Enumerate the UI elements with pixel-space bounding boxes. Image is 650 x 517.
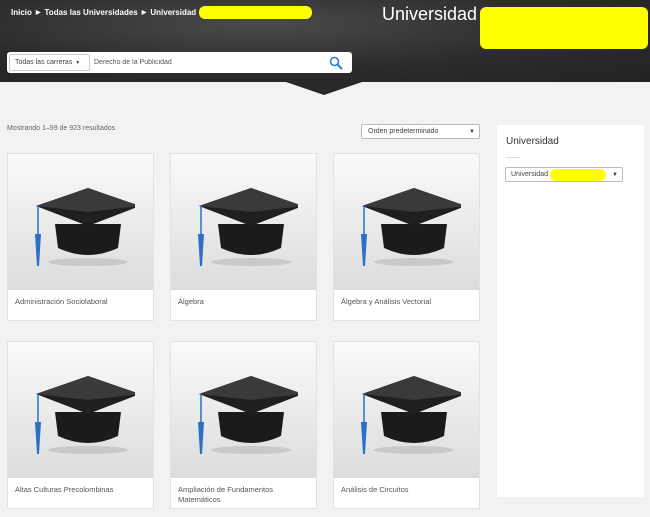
product-image [334, 342, 479, 478]
graduation-cap-icon [35, 188, 135, 266]
sidebar-title: Universidad [506, 136, 559, 147]
search-bar: Todas las carreras ▼ [7, 52, 352, 73]
product-image [171, 342, 316, 478]
divider [506, 157, 520, 158]
search-input[interactable] [90, 59, 327, 66]
product-card[interactable]: Administración Sociolaboral [7, 153, 154, 321]
site-header: Inicio ▶ Todas las Universidades ▶ Unive… [0, 0, 650, 95]
university-select[interactable]: Universidad ▼ [505, 167, 623, 182]
redaction-mark [480, 7, 648, 49]
caret-down-icon: ▼ [469, 128, 475, 135]
sort-select[interactable]: Orden predeterminado ▼ [361, 124, 480, 139]
redaction-mark [549, 168, 606, 181]
product-name[interactable]: Álgebra y Análisis Vectorial [341, 297, 476, 307]
product-name[interactable]: Ampliación de Fundamentos Matemáticos [178, 485, 313, 505]
graduation-cap-icon [198, 376, 298, 454]
search-icon [329, 56, 343, 69]
sidebar-filter-widget: Universidad Universidad ▼ [497, 125, 644, 497]
redaction-mark [199, 6, 313, 19]
product-image [8, 342, 153, 478]
page-title: Universidad [382, 4, 478, 24]
product-name[interactable]: Análisis de Circuitos [341, 485, 476, 495]
product-card[interactable]: Análisis de Circuitos [333, 341, 480, 509]
caret-down-icon: ▼ [75, 59, 81, 66]
graduation-cap-icon [198, 188, 298, 266]
product-image [171, 154, 316, 290]
breadcrumb-current: Universidad [150, 8, 197, 17]
university-select-label: Universidad [511, 171, 548, 178]
product-name[interactable]: Altas Culturas Precolombinas [15, 485, 150, 495]
product-card[interactable]: Álgebra y Análisis Vectorial [333, 153, 480, 321]
breadcrumb-home-link[interactable]: Inicio [11, 8, 32, 17]
breadcrumb-universities-link[interactable]: Todas las Universidades [45, 8, 138, 17]
result-count: Mostrando 1–99 de 923 resultados [7, 125, 116, 132]
graduation-cap-icon [361, 376, 461, 454]
product-name[interactable]: Administración Sociolaboral [15, 297, 150, 307]
product-name[interactable]: Álgebra [178, 297, 313, 307]
category-dropdown-label: Todas las carreras [15, 59, 73, 66]
product-card[interactable]: Ampliación de Fundamentos Matemáticos [170, 341, 317, 509]
product-card[interactable]: Altas Culturas Precolombinas [7, 341, 154, 509]
chevron-right-icon: ▶ [141, 10, 147, 16]
category-dropdown[interactable]: Todas las carreras ▼ [9, 54, 90, 71]
graduation-cap-icon [361, 188, 461, 266]
caret-down-icon: ▼ [612, 171, 618, 178]
product-card[interactable]: Álgebra [170, 153, 317, 321]
chevron-right-icon: ▶ [35, 10, 41, 16]
breadcrumb: Inicio ▶ Todas las Universidades ▶ Unive… [11, 6, 313, 19]
graduation-cap-icon [35, 376, 135, 454]
sort-select-label: Orden predeterminado [368, 128, 439, 135]
product-image [334, 154, 479, 290]
search-button[interactable] [327, 54, 345, 72]
product-image [8, 154, 153, 290]
